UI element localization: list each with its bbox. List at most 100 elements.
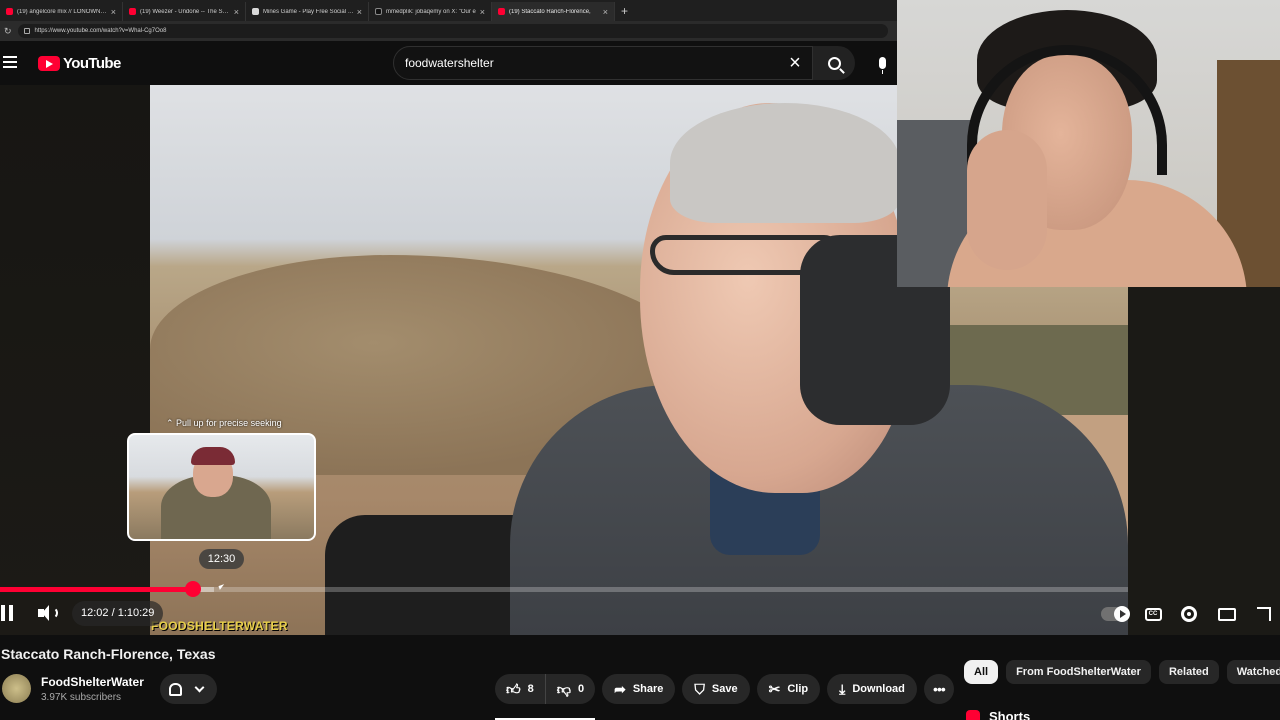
pause-icon — [1, 605, 5, 621]
pause-icon — [9, 605, 13, 621]
shorts-section-header[interactable]: Shorts — [966, 709, 1030, 720]
chip-all[interactable]: All — [964, 660, 999, 684]
screen: (19) angelcore mix // LONOWN, al × (19) … — [0, 0, 1280, 720]
tab-label: mmedplık: jobaqemy on X: "Our e — [386, 8, 476, 15]
youtube-play-logo-icon — [38, 56, 60, 71]
subtitles-button[interactable]: CC — [1138, 600, 1168, 628]
tab-label: (19) Weezer - Undone -- The Swea — [140, 8, 231, 15]
chip-watched[interactable]: Watched — [1226, 660, 1280, 684]
chevron-down-icon — [194, 682, 205, 693]
browser-tab-active[interactable]: (19) Staccato Ranch-Florence, × — [492, 2, 615, 21]
download-button[interactable]: ⤓ Download — [827, 674, 917, 704]
seek-preview-thumbnail — [127, 433, 316, 541]
more-icon: ••• — [933, 681, 946, 697]
pause-button[interactable] — [0, 605, 14, 621]
volume-icon — [38, 605, 49, 621]
share-label: Share — [632, 683, 664, 695]
youtube-favicon-icon — [6, 8, 13, 15]
video-title: Staccato Ranch-Florence, Texas — [1, 646, 216, 662]
channel-avatar[interactable] — [2, 674, 31, 703]
tab-close-icon[interactable]: × — [603, 7, 608, 17]
dislike-button[interactable]: 👎︎ 0 — [546, 674, 595, 704]
like-button[interactable]: 👍︎ 8 — [495, 674, 595, 720]
tab-close-icon[interactable]: × — [480, 7, 485, 17]
theater-mode-button[interactable] — [1212, 600, 1242, 628]
progress-played — [0, 587, 193, 592]
video-actions: 👍︎ 8 👎︎ 0 ➦ Share ⛉ Save ✂ Clip ⤓ Download ••• — [495, 674, 954, 720]
chip-from-channel[interactable]: From FoodShelterWater — [1006, 660, 1151, 684]
browser-tab[interactable]: mmedplık: jobaqemy on X: "Our e × — [369, 2, 492, 21]
search-query: foodwatershelter — [405, 56, 494, 70]
clip-button[interactable]: ✂ Clip — [756, 674, 821, 704]
fullscreen-icon — [1257, 607, 1271, 621]
logo-text: YouTube — [63, 55, 121, 72]
like-count: 8 — [527, 683, 534, 695]
seek-hint-text: Pull up for precise seeking — [176, 418, 282, 428]
new-tab-icon[interactable]: + — [615, 4, 634, 21]
settings-button[interactable] — [1174, 600, 1204, 628]
clear-search-icon[interactable]: × — [778, 46, 812, 80]
dislike-count: 0 — [577, 683, 585, 695]
tab-label: (19) Staccato Ranch-Florence, — [509, 8, 591, 15]
channel-name[interactable]: FoodShelterWater — [41, 675, 144, 689]
seek-preview-time: 12:30 — [199, 549, 244, 569]
youtube-logo[interactable]: YouTube — [38, 55, 121, 72]
address-bar[interactable]: https://www.youtube.com/watch?v=Whal-Cg7… — [17, 24, 888, 38]
gear-icon — [1181, 606, 1197, 622]
player-controls: 12:02 / 1:10:29 — [0, 596, 1130, 632]
shorts-icon — [966, 709, 980, 720]
tab-close-icon[interactable]: × — [234, 7, 239, 17]
fullscreen-button[interactable] — [1249, 600, 1279, 628]
address-bar-row: ↻ https://www.youtube.com/watch?v=Whal-C… — [0, 21, 897, 41]
mute-button[interactable] — [38, 605, 58, 621]
youtube-header: YouTube foodwatershelter × — [0, 41, 897, 85]
progress-bar[interactable] — [0, 587, 1128, 592]
microphone-icon — [878, 57, 886, 74]
bell-icon — [169, 682, 182, 696]
shorts-label: Shorts — [989, 709, 1031, 720]
time-display: 12:02 / 1:10:29 — [72, 601, 164, 626]
youtube-favicon-icon — [498, 8, 505, 15]
share-button[interactable]: ➦ Share — [602, 674, 676, 704]
autoplay-toggle[interactable] — [1101, 606, 1130, 622]
youtube-favicon-icon — [129, 8, 136, 15]
scissors-icon: ✂ — [768, 681, 781, 697]
voice-search-button[interactable] — [868, 49, 896, 77]
ambient-background-right — [1128, 287, 1280, 635]
x-favicon-icon — [375, 8, 382, 15]
reload-icon[interactable]: ↻ — [4, 26, 12, 37]
related-filter-chips: All From FoodShelterWater Related Watche… — [964, 660, 1280, 684]
bookmark-icon: ⛉ — [694, 681, 705, 697]
more-actions-button[interactable]: ••• — [923, 674, 954, 704]
browser-tab[interactable]: (19) angelcore mix // LONOWN, al × — [0, 2, 123, 21]
seek-hint: ⌃ Pull up for precise seeking — [166, 418, 282, 429]
webcam-overlay — [897, 0, 1280, 287]
webcam-person-hand — [967, 130, 1047, 270]
volume-wave-icon — [49, 607, 58, 619]
save-button[interactable]: ⛉ Save — [682, 674, 750, 704]
url-text: https://www.youtube.com/watch?v=Whal-Cg7… — [34, 28, 167, 34]
search-button[interactable] — [813, 46, 855, 80]
subscriber-count: 3.97K subscribers — [41, 692, 122, 703]
stake-favicon-icon — [252, 8, 259, 15]
search-input[interactable]: foodwatershelter × — [393, 46, 813, 80]
download-icon: ⤓ — [839, 681, 846, 697]
site-info-icon[interactable] — [23, 28, 30, 34]
clip-label: Clip — [787, 683, 809, 695]
like-dislike-group: 👍︎ 8 👎︎ 0 — [495, 674, 596, 720]
notifications-button[interactable] — [160, 674, 217, 704]
browser-tab[interactable]: Mines Game - Play Free Social Ca × — [246, 2, 369, 21]
scene-person-hair — [670, 103, 900, 223]
save-label: Save — [711, 683, 738, 695]
progress-scrubber-handle[interactable] — [184, 581, 201, 597]
menu-icon[interactable] — [3, 56, 17, 68]
ambient-background — [0, 85, 150, 635]
tab-close-icon[interactable]: × — [357, 7, 362, 17]
chip-related[interactable]: Related — [1158, 660, 1219, 684]
download-label: Download — [852, 683, 905, 695]
search-icon — [827, 56, 841, 70]
browser-tab[interactable]: (19) Weezer - Undone -- The Swea × — [123, 2, 246, 21]
theater-mode-icon — [1218, 607, 1236, 621]
tab-close-icon[interactable]: × — [111, 7, 116, 17]
closed-captions-icon: CC — [1144, 607, 1162, 621]
